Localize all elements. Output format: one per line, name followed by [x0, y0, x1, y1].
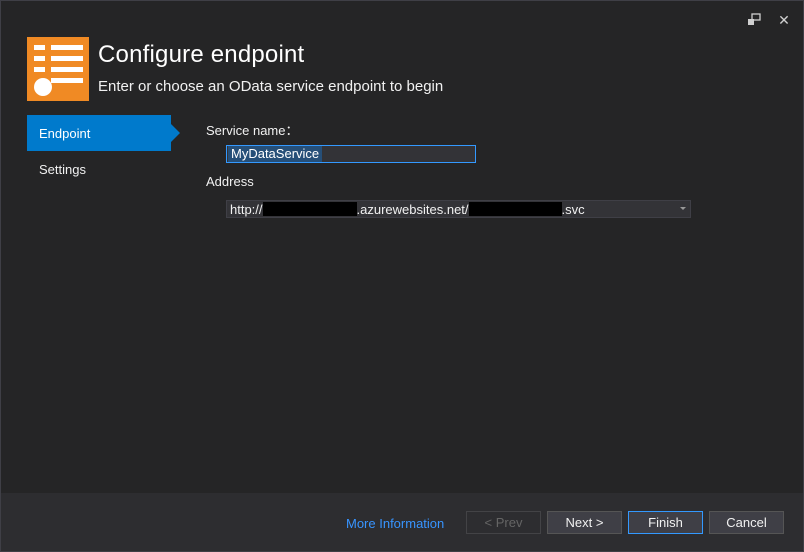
close-icon[interactable]: ✕ — [775, 11, 793, 29]
service-name-value: MyDataService — [228, 146, 323, 162]
prev-button[interactable]: < Prev — [466, 511, 541, 534]
sidebar-item-settings[interactable]: Settings — [27, 151, 171, 187]
service-name-input[interactable]: MyDataService — [226, 145, 476, 163]
address-label: Address — [206, 174, 254, 189]
next-button[interactable]: Next > — [547, 511, 622, 534]
sidebar-item-label: Endpoint — [39, 125, 91, 141]
address-prefix: http:// — [230, 201, 263, 217]
page-title: Configure endpoint — [98, 41, 305, 68]
dropdown-arrow-icon[interactable] — [680, 207, 686, 210]
page-subtitle: Enter or choose an OData service endpoin… — [98, 78, 444, 95]
dialog-footer: More Information < Prev Next > Finish Ca… — [1, 493, 803, 551]
sidebar-item-label: Settings — [39, 161, 86, 177]
odata-logo-icon — [27, 37, 89, 101]
feedback-icon[interactable] — [745, 11, 763, 29]
sidebar-item-endpoint[interactable]: Endpoint — [27, 115, 180, 151]
redacted-block — [262, 202, 357, 216]
more-information-link[interactable]: More Information — [346, 516, 444, 531]
address-combobox[interactable]: http:// .azurewebsites.net/ .svc — [226, 200, 691, 218]
cancel-button[interactable]: Cancel — [709, 511, 784, 534]
address-host: .azurewebsites.net/ — [356, 201, 469, 217]
configure-endpoint-dialog: ✕ Configure endpoint Enter or choose an … — [0, 0, 804, 552]
redacted-block — [468, 202, 562, 216]
service-name-label: Service name： — [206, 123, 299, 138]
address-suffix: .svc — [561, 201, 585, 217]
title-bar-icons: ✕ — [745, 11, 793, 29]
finish-button[interactable]: Finish — [628, 511, 703, 534]
wizard-sidebar: Endpoint Settings — [27, 115, 180, 187]
